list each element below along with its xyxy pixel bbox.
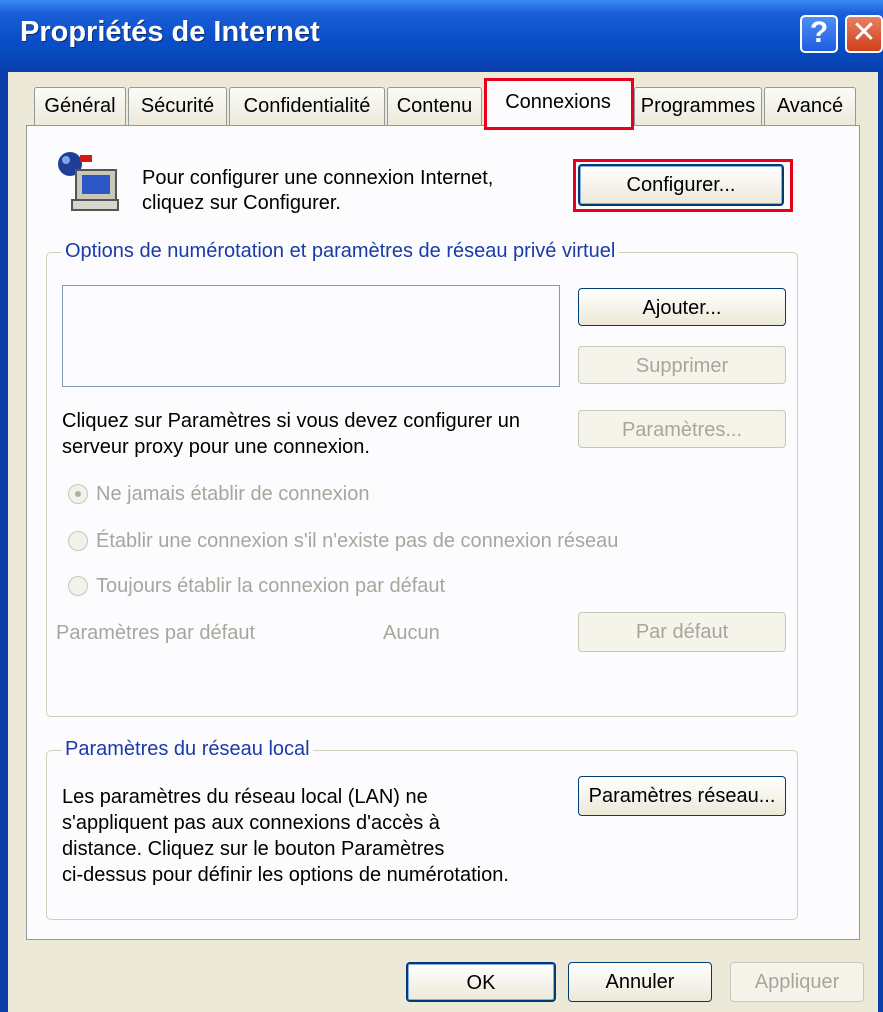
tab-programs[interactable]: Programmes bbox=[634, 87, 762, 127]
tab-connections[interactable]: Connexions bbox=[484, 80, 632, 129]
cancel-button[interactable]: Annuler bbox=[568, 962, 712, 1002]
radio-dial-when-no-network-label: Établir une connexion s'il n'existe pas … bbox=[96, 530, 619, 552]
lan-group-legend: Paramètres du réseau local bbox=[62, 738, 313, 761]
lan-text-line2: s'appliquent pas aux connexions d'accès … bbox=[62, 812, 440, 834]
default-settings-label: Paramètres par défaut bbox=[56, 622, 255, 644]
radio-dial-when-no-network[interactable] bbox=[68, 531, 88, 551]
proxy-text-line2: serveur proxy pour une connexion. bbox=[62, 436, 370, 458]
lan-text-line1: Les paramètres du réseau local (LAN) ne bbox=[62, 786, 428, 808]
radio-never-dial-label: Ne jamais établir de connexion bbox=[96, 483, 370, 505]
window-border-left bbox=[0, 72, 8, 1012]
radio-always-dial[interactable] bbox=[68, 576, 88, 596]
configure-button[interactable]: Configurer... bbox=[578, 164, 784, 206]
lan-text-line3: distance. Cliquez sur le bouton Paramètr… bbox=[62, 838, 445, 860]
dialup-group-legend: Options de numérotation et paramètres de… bbox=[62, 240, 619, 263]
proxy-text-line1: Cliquez sur Paramètres si vous devez con… bbox=[62, 410, 520, 432]
lan-settings-button[interactable]: Paramètres réseau... bbox=[578, 776, 786, 816]
tab-advanced[interactable]: Avancé bbox=[764, 87, 856, 127]
default-settings-value: Aucun bbox=[383, 622, 440, 644]
remove-button[interactable]: Supprimer bbox=[578, 346, 786, 384]
close-button[interactable]: ✕ bbox=[845, 15, 883, 53]
ok-button[interactable]: OK bbox=[406, 962, 556, 1002]
tab-general[interactable]: Général bbox=[34, 87, 126, 127]
add-button[interactable]: Ajouter... bbox=[578, 288, 786, 326]
tab-content[interactable]: Contenu bbox=[387, 87, 482, 127]
set-default-button[interactable]: Par défaut bbox=[578, 612, 786, 652]
settings-button[interactable]: Paramètres... bbox=[578, 410, 786, 448]
window-border-right bbox=[878, 72, 883, 1012]
connections-listbox[interactable] bbox=[62, 285, 560, 387]
radio-never-dial[interactable] bbox=[68, 484, 88, 504]
network-computer-icon bbox=[58, 152, 119, 211]
radio-selected-dot bbox=[75, 491, 81, 497]
title-bar[interactable]: Propriétés de Internet ? ✕ bbox=[0, 0, 883, 72]
window-title: Propriétés de Internet bbox=[20, 16, 320, 48]
internet-properties-dialog: Propriétés de Internet ? ✕ Général Sécur… bbox=[0, 0, 883, 1012]
tab-privacy[interactable]: Confidentialité bbox=[229, 87, 385, 127]
tab-security[interactable]: Sécurité bbox=[128, 87, 227, 127]
radio-always-dial-label: Toujours établir la connexion par défaut bbox=[96, 575, 446, 597]
help-button[interactable]: ? bbox=[800, 15, 838, 53]
setup-text-line1: Pour configurer une connexion Internet, bbox=[142, 167, 494, 189]
apply-button[interactable]: Appliquer bbox=[730, 962, 864, 1002]
setup-text-line2: cliquez sur Configurer. bbox=[142, 192, 341, 214]
lan-text-line4: ci-dessus pour définir les options de nu… bbox=[62, 864, 509, 886]
